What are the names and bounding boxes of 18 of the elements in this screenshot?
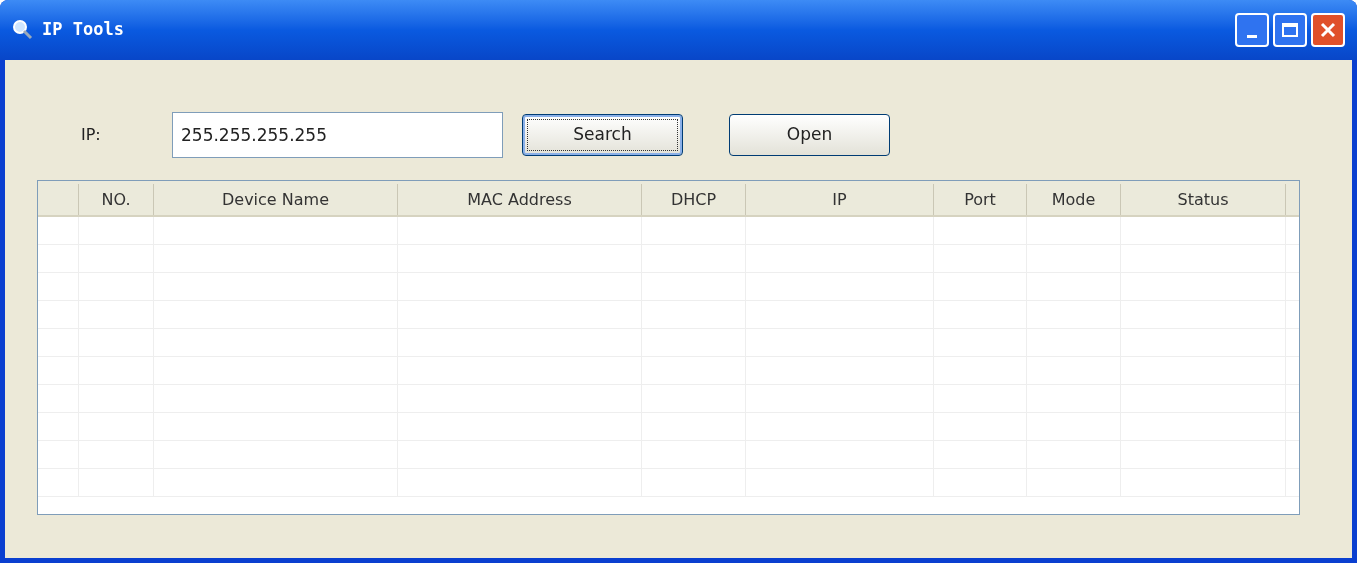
magnifier-icon	[12, 19, 34, 41]
column-header[interactable]: MAC Address	[398, 184, 642, 215]
minimize-button[interactable]	[1235, 13, 1269, 47]
column-header[interactable]: IP	[746, 184, 934, 215]
ip-input-field[interactable]: 255.255.255.255	[172, 112, 503, 158]
column-header[interactable]: Device Name	[154, 184, 398, 215]
column-header[interactable]: Mode	[1027, 184, 1121, 215]
maximize-button[interactable]	[1273, 13, 1307, 47]
push-button[interactable]: Search	[522, 114, 683, 156]
close-button[interactable]	[1311, 13, 1345, 47]
window-title: IP Tools	[42, 18, 124, 42]
column-header[interactable]: NO.	[79, 184, 154, 215]
push-button[interactable]: Open	[729, 114, 890, 156]
column-header[interactable]: DHCP	[642, 184, 746, 215]
column-header[interactable]: Status	[1121, 184, 1286, 215]
column-header[interactable]: Port	[934, 184, 1027, 215]
close-icon	[1320, 22, 1336, 38]
ip-label: IP:	[80, 124, 102, 146]
